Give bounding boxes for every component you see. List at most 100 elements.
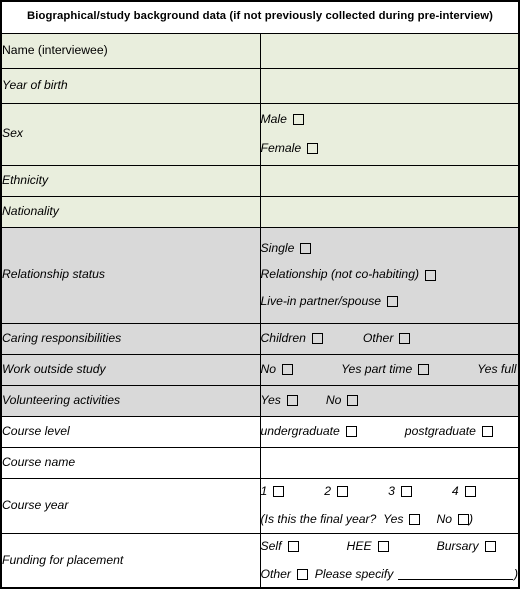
option-line: Self HEE Bursary bbox=[261, 539, 519, 554]
option-group-course-year: 1 2 3 4 (Is this the final year? Yes No) bbox=[261, 484, 519, 528]
option-line: undergraduate postgraduate bbox=[261, 424, 519, 439]
checkbox-icon[interactable] bbox=[464, 485, 476, 497]
checkbox-icon[interactable] bbox=[345, 426, 357, 437]
checkbox-option[interactable]: HEE bbox=[347, 539, 389, 554]
table-row: Ethnicity bbox=[0, 164, 520, 197]
row-value-funding-for-placement: Self HEE Bursary Other Please specify) bbox=[259, 532, 520, 589]
checkbox-label: Other bbox=[362, 330, 394, 345]
checkbox-option[interactable]: Other bbox=[261, 567, 308, 582]
checkbox-icon[interactable] bbox=[292, 114, 304, 126]
checkbox-icon[interactable] bbox=[347, 395, 359, 406]
table-row: Nationality bbox=[0, 195, 520, 228]
option-line: Relationship (not co-habiting) bbox=[261, 267, 519, 282]
option-line: No Yes part time Yes full time bbox=[261, 362, 520, 377]
option-group-relationship-status: Single Relationship (not co-habiting) Live… bbox=[261, 241, 519, 309]
option-group-sex: Male Female bbox=[261, 112, 519, 156]
checkbox-label: postgraduate bbox=[404, 423, 476, 438]
table-header-row: Biographical/study background data (if n… bbox=[0, 0, 520, 34]
checkbox-option[interactable]: No bbox=[436, 512, 470, 527]
checkbox-icon[interactable] bbox=[287, 540, 299, 552]
checkbox-option[interactable]: Male bbox=[261, 112, 304, 127]
option-line: Children Other bbox=[261, 331, 519, 346]
option-line-prefix: (Is this the final year? bbox=[260, 512, 377, 526]
row-value-ethnicity[interactable] bbox=[259, 164, 520, 197]
checkbox-icon[interactable] bbox=[484, 540, 496, 552]
background-data-form: Biographical/study background data (if n… bbox=[0, 0, 520, 603]
checkbox-option[interactable]: Live-in partner/spouse bbox=[261, 294, 399, 309]
row-value-course-level: undergraduate postgraduate bbox=[259, 415, 520, 448]
checkbox-option[interactable]: 2 bbox=[324, 483, 349, 499]
row-value-sex: Male Female bbox=[259, 102, 520, 166]
row-value-course-name[interactable] bbox=[259, 446, 520, 479]
checkbox-icon[interactable] bbox=[273, 485, 285, 497]
table-row: Relationship status Single Relationship (n… bbox=[0, 226, 520, 324]
table-row: Course name bbox=[0, 446, 520, 479]
checkbox-option[interactable]: Relationship (not co-habiting) bbox=[261, 267, 437, 282]
checkbox-icon[interactable] bbox=[282, 364, 294, 375]
checkbox-option[interactable]: postgraduate bbox=[405, 424, 493, 439]
checkbox-option[interactable]: Yes full time bbox=[477, 362, 520, 377]
checkbox-icon[interactable] bbox=[409, 514, 421, 526]
row-value-relationship-status: Single Relationship (not co-habiting) Live… bbox=[259, 226, 520, 324]
row-value-nationality[interactable] bbox=[259, 195, 520, 228]
option-group-volunteering-activities: Yes No bbox=[261, 393, 519, 408]
checkbox-icon[interactable] bbox=[311, 333, 323, 344]
row-label-caring-responsibilities: Caring responsibilities bbox=[0, 322, 261, 355]
checkbox-option[interactable]: Yes part time bbox=[341, 362, 430, 377]
checkbox-label: No bbox=[260, 361, 277, 376]
checkbox-icon[interactable] bbox=[481, 426, 493, 437]
table-row: Year of birth bbox=[0, 67, 520, 104]
option-group-work-outside-study: No Yes part time Yes full time bbox=[261, 362, 520, 377]
row-label-work-outside-study: Work outside study bbox=[0, 353, 261, 386]
row-label-course-name: Course name bbox=[0, 446, 261, 479]
table-row: Sex Male Female bbox=[0, 102, 520, 166]
checkbox-option[interactable]: undergraduate bbox=[261, 424, 357, 439]
checkbox-icon[interactable] bbox=[300, 243, 312, 255]
checkbox-option[interactable]: Single bbox=[261, 241, 312, 256]
option-line: Single bbox=[261, 241, 519, 256]
checkbox-option[interactable]: 4 bbox=[452, 484, 476, 499]
checkbox-icon[interactable] bbox=[458, 514, 470, 526]
checkbox-label: 3 bbox=[388, 483, 395, 498]
checkbox-icon[interactable] bbox=[400, 485, 412, 497]
checkbox-option[interactable]: Yes bbox=[383, 512, 421, 527]
checkbox-option[interactable]: No bbox=[261, 362, 294, 377]
checkbox-icon[interactable] bbox=[377, 540, 389, 552]
please-specify-input[interactable] bbox=[398, 568, 513, 581]
checkbox-label: Self bbox=[260, 538, 282, 553]
row-value-volunteering-activities: Yes No bbox=[259, 384, 520, 417]
checkbox-icon[interactable] bbox=[307, 142, 319, 154]
checkbox-option[interactable]: Other bbox=[362, 330, 411, 346]
checkbox-label: 2 bbox=[324, 483, 332, 498]
checkbox-label: Yes full time bbox=[477, 361, 520, 376]
row-label-funding-for-placement: Funding for placement bbox=[0, 532, 261, 589]
row-label-year-of-birth: Year of birth bbox=[0, 67, 261, 104]
form-title: Biographical/study background data (if n… bbox=[0, 0, 520, 34]
checkbox-icon[interactable] bbox=[286, 395, 298, 406]
checkbox-option[interactable]: 3 bbox=[388, 484, 412, 499]
checkbox-option[interactable]: Self bbox=[261, 539, 299, 554]
checkbox-option[interactable]: Children bbox=[261, 331, 323, 346]
checkbox-icon[interactable] bbox=[425, 269, 437, 281]
row-value-year-of-birth[interactable] bbox=[259, 67, 520, 104]
option-line: Live-in partner/spouse bbox=[261, 294, 519, 309]
checkbox-icon[interactable] bbox=[399, 333, 411, 344]
row-value-name[interactable] bbox=[259, 32, 520, 69]
checkbox-label: Other bbox=[260, 566, 291, 581]
checkbox-icon[interactable] bbox=[418, 364, 430, 375]
option-line: Yes No bbox=[261, 393, 519, 408]
checkbox-option[interactable]: Yes bbox=[261, 393, 298, 408]
checkbox-option[interactable]: No bbox=[326, 393, 359, 408]
checkbox-option[interactable]: Female bbox=[261, 141, 319, 156]
row-label-course-level: Course level bbox=[0, 415, 261, 448]
checkbox-icon[interactable] bbox=[387, 295, 399, 307]
checkbox-label: 1 bbox=[260, 483, 268, 498]
checkbox-option[interactable]: Bursary bbox=[437, 539, 496, 554]
checkbox-icon[interactable] bbox=[337, 485, 349, 497]
checkbox-option[interactable]: 1 bbox=[261, 484, 285, 499]
table-row: Funding for placement Self HEE Bursary Other… bbox=[0, 532, 520, 589]
option-line: (Is this the final year? Yes No) bbox=[261, 512, 519, 527]
row-label-ethnicity: Ethnicity bbox=[0, 164, 261, 197]
checkbox-icon[interactable] bbox=[296, 568, 308, 580]
